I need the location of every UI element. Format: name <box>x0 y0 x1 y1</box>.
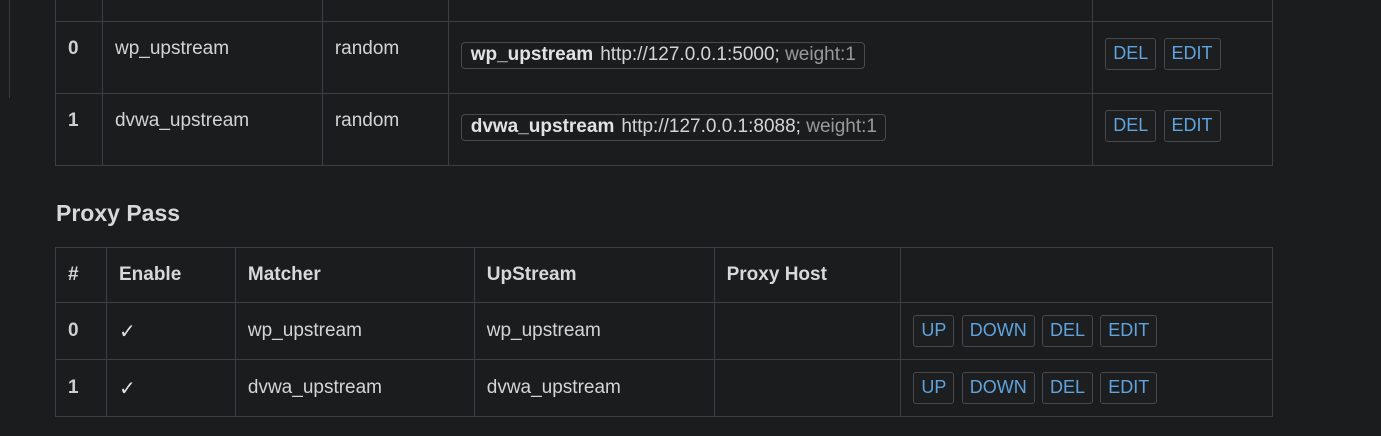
enabled-check-icon: ✓ <box>105 359 236 417</box>
row-index: 1 <box>55 359 107 417</box>
down-button[interactable]: DOWN <box>961 315 1035 347</box>
node-name: wp_upstream <box>470 44 594 65</box>
table-row: 0 ✓ wp_upstream wp_upstream UP DOWN DEL … <box>55 302 1273 360</box>
row-index: 0 <box>55 302 107 360</box>
enabled-check-icon: ✓ <box>105 302 236 360</box>
proxy-host <box>713 359 902 417</box>
proxy-pass-table: # Enable Matcher UpStream Proxy Host 0 ✓… <box>55 247 1273 417</box>
del-button[interactable]: DEL <box>1042 315 1094 347</box>
upstream-name: dvwa_upstream <box>101 93 323 166</box>
proxy-col-enable: Enable <box>105 247 236 303</box>
edit-button[interactable]: EDIT <box>1100 315 1158 347</box>
row-index: 1 <box>55 93 103 166</box>
table-row: 1 dvwa_upstream random dvwa_upstream http… <box>55 93 1273 166</box>
node-weight: weight:1 <box>806 116 877 137</box>
upstream-col-index: # <box>55 0 103 22</box>
proxy-upstream: wp_upstream <box>473 302 715 360</box>
upstream-method: random <box>321 93 449 166</box>
node-name: dvwa_upstream <box>470 116 615 137</box>
proxy-actions: UP DOWN DEL EDIT <box>900 302 1273 360</box>
proxy-matcher: wp_upstream <box>234 302 475 360</box>
up-button[interactable]: UP <box>913 315 955 347</box>
upstream-actions: DEL EDIT <box>1092 93 1273 166</box>
edit-button[interactable]: EDIT <box>1163 38 1221 70</box>
table-row: 0 wp_upstream random wp_upstream http://1… <box>55 21 1273 94</box>
page: # Name Method Nodes 0 wp_upstream random… <box>0 0 1381 436</box>
upstream-nodes: wp_upstream http://127.0.0.1:5000; weight… <box>447 21 1094 94</box>
upstream-col-actions <box>1092 0 1273 22</box>
upstream-method: random <box>321 21 449 94</box>
proxy-col-matcher: Matcher <box>234 247 475 303</box>
section-title-proxy-pass: Proxy Pass <box>56 200 181 226</box>
upstream-table: # Name Method Nodes 0 wp_upstream random… <box>55 0 1273 166</box>
node-url: http://127.0.0.1:5000; <box>600 44 780 65</box>
proxy-col-upstream: UpStream <box>473 247 715 303</box>
upstream-col-name: Name <box>101 0 323 22</box>
upstream-header-row: # Name Method Nodes <box>55 0 1273 22</box>
node-weight: weight:1 <box>785 44 856 65</box>
proxy-matcher: dvwa_upstream <box>234 359 475 417</box>
node-badge: wp_upstream http://127.0.0.1:5000; weight… <box>460 42 865 69</box>
upstream-name: wp_upstream <box>101 21 323 94</box>
proxy-col-index: # <box>55 247 107 303</box>
del-button[interactable]: DEL <box>1042 372 1094 404</box>
edit-button[interactable]: EDIT <box>1100 372 1158 404</box>
upstream-col-method: Method <box>321 0 449 22</box>
del-button[interactable]: DEL <box>1105 38 1157 70</box>
upstream-actions: DEL EDIT <box>1092 21 1273 94</box>
row-index: 0 <box>55 21 103 94</box>
edit-button[interactable]: EDIT <box>1163 110 1221 142</box>
up-button[interactable]: UP <box>913 372 955 404</box>
proxy-actions: UP DOWN DEL EDIT <box>900 359 1273 417</box>
upstream-nodes: dvwa_upstream http://127.0.0.1:8088; weig… <box>447 93 1094 166</box>
node-url: http://127.0.0.1:8088; <box>621 116 801 137</box>
node-badge: dvwa_upstream http://127.0.0.1:8088; weig… <box>460 114 886 141</box>
proxy-host <box>713 302 902 360</box>
proxy-col-actions <box>900 247 1273 303</box>
proxy-header-row: # Enable Matcher UpStream Proxy Host <box>55 247 1273 303</box>
proxy-upstream: dvwa_upstream <box>473 359 715 417</box>
proxy-col-proxy-host: Proxy Host <box>713 247 902 303</box>
sidebar-divider <box>9 0 10 98</box>
down-button[interactable]: DOWN <box>961 372 1035 404</box>
del-button[interactable]: DEL <box>1105 110 1157 142</box>
table-row: 1 ✓ dvwa_upstream dvwa_upstream UP DOWN … <box>55 359 1273 417</box>
upstream-col-nodes: Nodes <box>447 0 1094 22</box>
